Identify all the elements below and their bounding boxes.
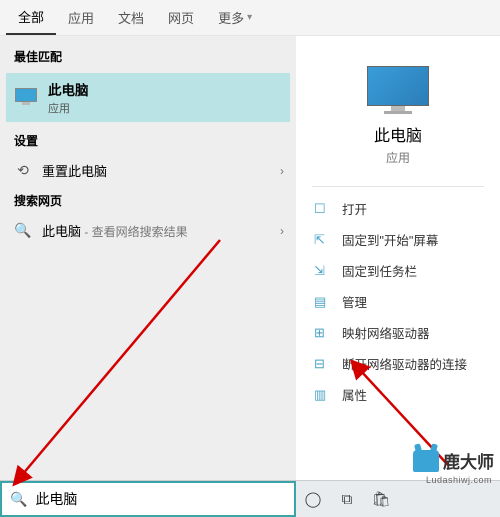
tab-more-label: 更多 [218, 8, 244, 27]
disconnect-drive-icon: ⊟ [314, 356, 332, 372]
detail-subtitle: 应用 [296, 149, 500, 166]
chevron-right-icon: › [280, 224, 284, 238]
action-open-label: 打开 [342, 199, 367, 218]
search-web-heading: 搜索网页 [0, 188, 296, 213]
pin-start-icon: ⇱ [314, 232, 332, 248]
tab-apps[interactable]: 应用 [56, 0, 106, 35]
this-pc-icon [14, 88, 38, 108]
right-pane: 此电脑 应用 ☐ 打开 ⇱ 固定到"开始"屏幕 ⇲ 固定到任务栏 ▤ 管理 ⊞ … [296, 36, 500, 480]
open-icon: ☐ [314, 201, 332, 217]
web-search-row[interactable]: 🔍 此电脑 - 查看网络搜索结果 › [0, 213, 296, 248]
action-map-drive[interactable]: ⊞ 映射网络驱动器 [296, 317, 500, 348]
store-icon[interactable]: 🛍 [364, 490, 398, 508]
web-search-suffix: - 查看网络搜索结果 [81, 225, 188, 239]
chevron-down-icon: ▾ [247, 12, 252, 23]
tab-web[interactable]: 网页 [156, 0, 206, 35]
manage-icon: ▤ [314, 294, 332, 310]
this-pc-large-icon [367, 66, 429, 114]
best-match-heading: 最佳匹配 [0, 44, 296, 69]
search-icon: 🔍 [10, 491, 27, 508]
tab-all[interactable]: 全部 [6, 0, 56, 35]
action-pin-taskbar-label: 固定到任务栏 [342, 261, 417, 280]
settings-heading: 设置 [0, 128, 296, 153]
task-view-icon[interactable]: ⧉ [330, 491, 364, 508]
action-properties[interactable]: ▥ 属性 [296, 379, 500, 410]
reset-this-pc-label: 重置此电脑 [42, 161, 107, 180]
web-search-label: 此电脑 - 查看网络搜索结果 [42, 221, 188, 240]
cortana-icon[interactable]: ◯ [296, 490, 330, 508]
pin-taskbar-icon: ⇲ [314, 263, 332, 279]
main-area: 最佳匹配 此电脑 应用 设置 ⟲ 重置此电脑 › 搜索网页 🔍 此电脑 - 查看… [0, 36, 500, 480]
action-open[interactable]: ☐ 打开 [296, 193, 500, 224]
search-input[interactable] [35, 491, 286, 507]
action-manage[interactable]: ▤ 管理 [296, 286, 500, 317]
properties-icon: ▥ [314, 387, 332, 403]
taskbar-icons: ◯ ⧉ 🛍 [296, 481, 398, 517]
map-drive-icon: ⊞ [314, 325, 332, 341]
left-pane: 最佳匹配 此电脑 应用 设置 ⟲ 重置此电脑 › 搜索网页 🔍 此电脑 - 查看… [0, 36, 296, 480]
tab-more[interactable]: 更多 ▾ [206, 0, 264, 35]
detail-title: 此电脑 [296, 122, 500, 146]
best-match-subtitle: 应用 [48, 100, 89, 116]
action-manage-label: 管理 [342, 292, 367, 311]
tabs-bar: 全部 应用 文档 网页 更多 ▾ [0, 0, 500, 36]
reset-this-pc-row[interactable]: ⟲ 重置此电脑 › [0, 153, 296, 188]
action-pin-taskbar[interactable]: ⇲ 固定到任务栏 [296, 255, 500, 286]
reset-icon: ⟲ [14, 162, 32, 179]
action-disconnect-drive[interactable]: ⊟ 断开网络驱动器的连接 [296, 348, 500, 379]
best-match-title: 此电脑 [48, 79, 89, 99]
action-map-drive-label: 映射网络驱动器 [342, 323, 430, 342]
action-properties-label: 属性 [342, 385, 367, 404]
action-pin-start-label: 固定到"开始"屏幕 [342, 230, 438, 249]
taskbar: 🔍 ◯ ⧉ 🛍 [0, 480, 500, 517]
best-match-item[interactable]: 此电脑 应用 [6, 73, 290, 122]
web-search-prefix: 此电脑 [42, 224, 81, 239]
taskbar-search[interactable]: 🔍 [0, 481, 296, 517]
tab-docs[interactable]: 文档 [106, 0, 156, 35]
chevron-right-icon: › [280, 164, 284, 178]
action-pin-start[interactable]: ⇱ 固定到"开始"屏幕 [296, 224, 500, 255]
action-disconnect-drive-label: 断开网络驱动器的连接 [342, 354, 467, 373]
search-icon: 🔍 [14, 222, 32, 239]
divider [312, 186, 484, 187]
